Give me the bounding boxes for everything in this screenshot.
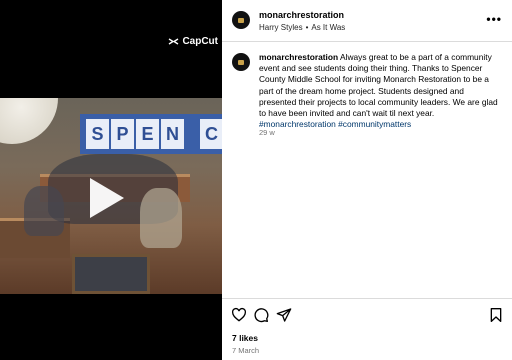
- share-icon[interactable]: [276, 307, 292, 323]
- video-panel[interactable]: CapCut S P E N C: [0, 0, 222, 360]
- video-frame[interactable]: S P E N C: [0, 98, 222, 294]
- ceiling-lamp: [0, 98, 58, 144]
- more-options-icon[interactable]: •••: [486, 12, 502, 26]
- banner-letter: E: [136, 119, 159, 149]
- banner-letter: S: [86, 119, 109, 149]
- capcut-label: CapCut: [182, 36, 218, 47]
- audio-info[interactable]: Harry Styles • As It Was: [259, 23, 345, 32]
- likes-count[interactable]: 7 likes: [232, 333, 258, 343]
- play-icon[interactable]: [90, 178, 124, 218]
- banner-letter: P: [111, 119, 134, 149]
- hashtag-link[interactable]: #communitymatters: [338, 119, 411, 129]
- heart-icon[interactable]: [231, 307, 247, 323]
- capcut-logo-icon: [169, 38, 179, 45]
- divider: [222, 298, 512, 299]
- comment-icon[interactable]: [253, 307, 269, 323]
- bookmark-icon[interactable]: [488, 307, 504, 323]
- caption-username[interactable]: monarchrestoration: [259, 52, 338, 62]
- table: [72, 254, 150, 294]
- crowd: [140, 188, 182, 248]
- caption-avatar[interactable]: [232, 53, 250, 71]
- audio-title[interactable]: As It Was: [311, 23, 345, 32]
- school-banner: S P E N C: [80, 114, 222, 154]
- audio-artist[interactable]: Harry Styles: [259, 23, 303, 32]
- audio-separator: •: [305, 23, 309, 32]
- avatar[interactable]: [232, 11, 250, 29]
- post-caption: monarchrestoration Always great to be a …: [259, 52, 499, 130]
- crowd: [24, 186, 64, 236]
- header-username[interactable]: monarchrestoration: [259, 10, 344, 20]
- post-date: 7 March: [232, 346, 260, 355]
- banner-letter: N: [161, 119, 184, 149]
- post-time[interactable]: 29 w: [259, 128, 275, 137]
- banner-letter: C: [200, 119, 222, 149]
- post-header: monarchrestoration Harry Styles • As It …: [222, 0, 512, 42]
- post-panel: monarchrestoration Harry Styles • As It …: [222, 0, 512, 360]
- capcut-watermark: CapCut: [168, 36, 218, 47]
